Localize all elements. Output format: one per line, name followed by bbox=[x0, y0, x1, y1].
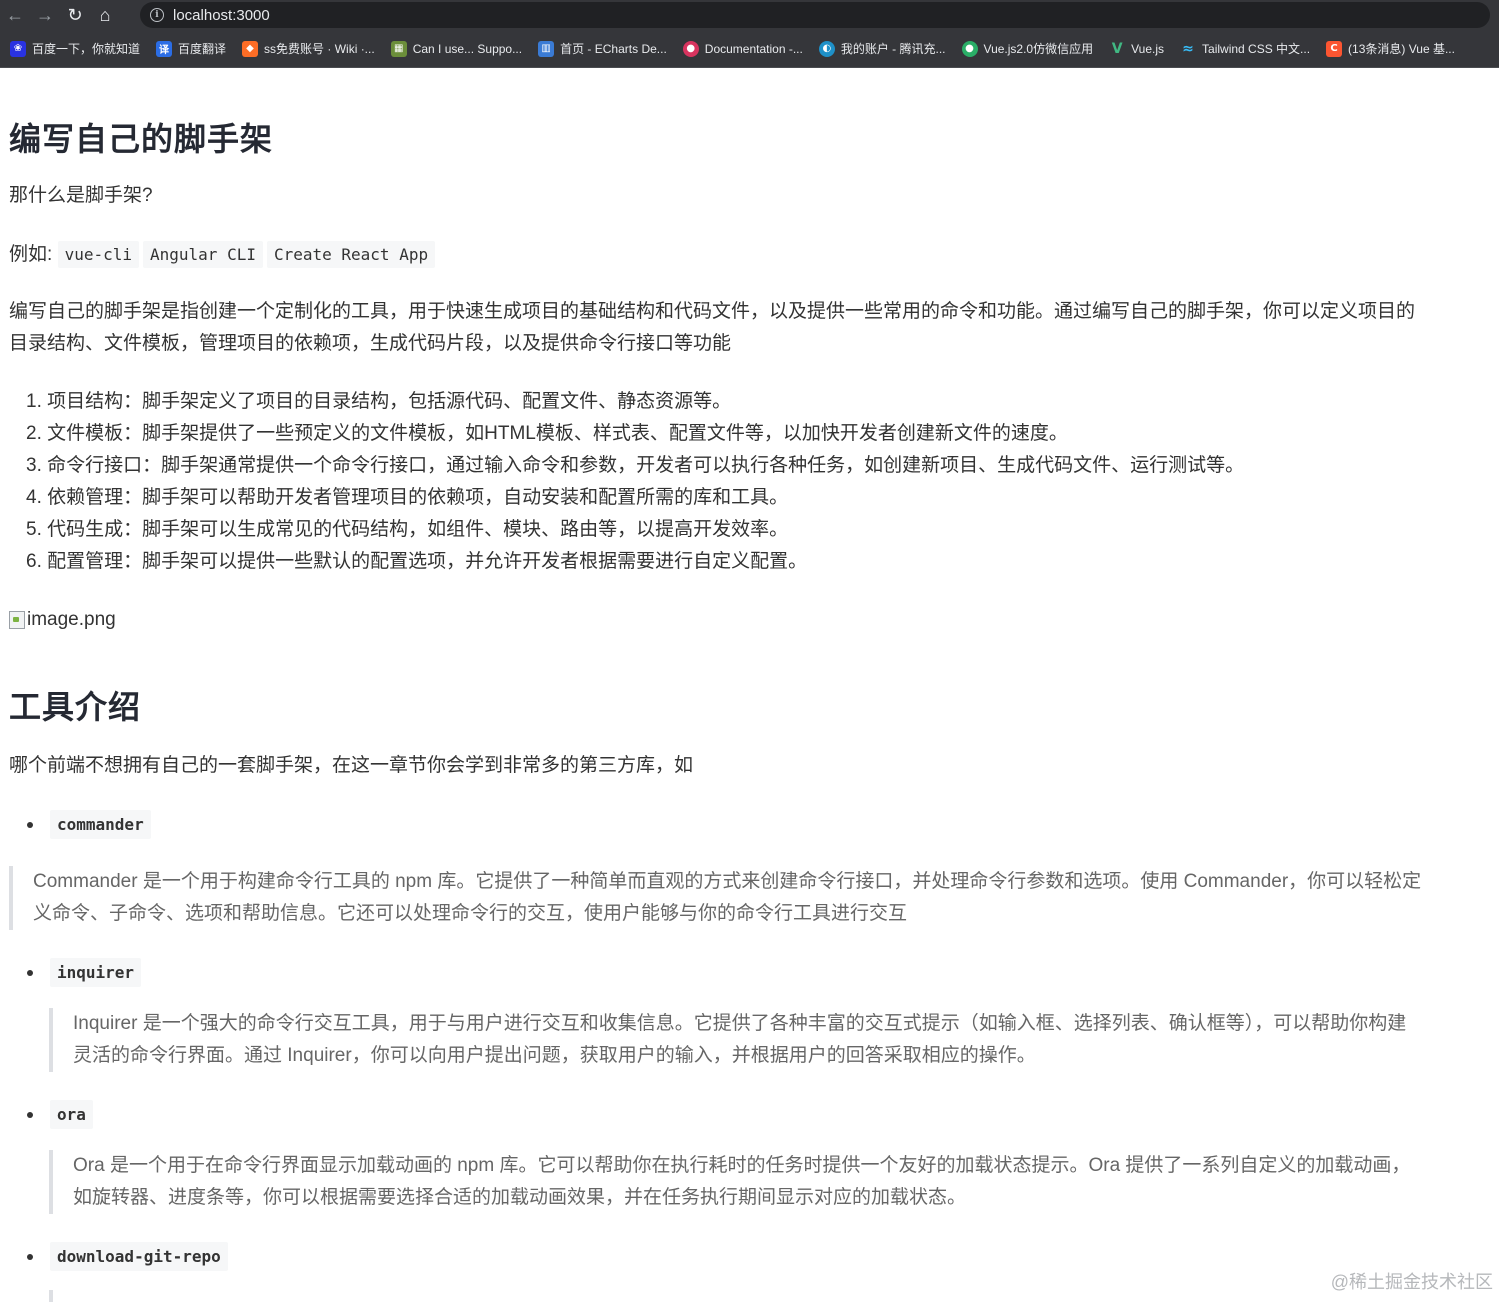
intro-line-1: 编写自己的脚手架是指创建一个定制化的工具，用于快速生成项目的基础结构和代码文件，… bbox=[9, 301, 1416, 322]
quote-line-2: 灵活的命令行界面。通过 Inquirer，你可以向用户提出问题，获取用户的输入，… bbox=[73, 1045, 1036, 1066]
example-code-angular-cli: Angular CLI bbox=[143, 241, 263, 268]
question-text: 那什么是脚手架? bbox=[9, 185, 153, 206]
blockquote-download-git-repo bbox=[49, 1290, 1499, 1302]
tailwind-icon: ≈ bbox=[1182, 40, 1194, 57]
bookmark-label: 百度翻译 bbox=[178, 42, 227, 56]
bookmark-tailwind[interactable]: ≈ Tailwind CSS 中文... bbox=[1180, 40, 1310, 57]
back-arrow-icon[interactable]: ← bbox=[0, 0, 30, 30]
intro-line-2: 目录结构、文件模板，管理项目的依赖项，生成代码片段，以及提供命令行接口等功能 bbox=[9, 333, 732, 354]
example-code-create-react-app: Create React App bbox=[266, 241, 436, 268]
list-item: 1. 项目结构：脚手架定义了项目的目录结构，包括源代码、配置文件、静态资源等。 bbox=[26, 391, 732, 412]
forward-arrow-icon[interactable]: → bbox=[30, 0, 60, 30]
vue-icon: V bbox=[1111, 40, 1123, 57]
caniuse-icon: ▦ bbox=[390, 40, 407, 57]
blockquote-inquirer: Inquirer 是一个强大的命令行交互工具，用于与用户进行交互和收集信息。它提… bbox=[49, 1008, 1499, 1072]
section-title: 工具介绍 bbox=[9, 689, 142, 725]
list-item-inquirer: inquirer bbox=[27, 958, 142, 987]
bookmark-label: 首页 - ECharts De... bbox=[560, 42, 667, 56]
bookmark-ss-wiki[interactable]: ◆ ss免费账号 · Wiki ·... bbox=[242, 40, 375, 57]
browser-toolbar: ← → ↻ ⌂ i localhost:3000 bbox=[0, 0, 1499, 30]
bookmark-label: Documentation -... bbox=[704, 41, 803, 56]
example-code-vue-cli: vue-cli bbox=[57, 241, 139, 268]
bullet-icon bbox=[27, 821, 33, 828]
page-title: 编写自己的脚手架 bbox=[9, 121, 274, 157]
list-item: 4. 依赖管理：脚手架可以帮助开发者管理项目的依赖项，自动安装和配置所需的库和工… bbox=[26, 487, 789, 508]
address-bar[interactable]: i localhost:3000 bbox=[140, 2, 1490, 28]
quote-line-1: Inquirer 是一个强大的命令行交互工具，用于与用户进行交互和收集信息。它提… bbox=[73, 1013, 1407, 1034]
bookmark-vue-wechat[interactable]: ● Vue.js2.0仿微信应用 bbox=[961, 40, 1094, 57]
broken-image: image.png bbox=[9, 604, 116, 636]
blockquote-ora: Ora 是一个用于在命令行界面显示加载动画的 npm 库。它可以帮助你在执行耗时… bbox=[49, 1150, 1499, 1214]
watermark: @稀土掘金技术社区 bbox=[1330, 1272, 1493, 1292]
library-name: inquirer bbox=[50, 958, 142, 987]
quote-line-1: Commander 是一个用于构建命令行工具的 npm 库。它提供了一种简单而直… bbox=[33, 871, 1422, 892]
bookmark-vuejs[interactable]: V Vue.js bbox=[1109, 41, 1164, 57]
echarts-icon: ▥ bbox=[538, 40, 555, 57]
bookmark-caniuse[interactable]: ▦ Can I use... Suppo... bbox=[390, 40, 523, 57]
bookmark-baidu[interactable]: ❀ 百度一下，你就知道 bbox=[10, 40, 140, 57]
list-item-commander: commander bbox=[27, 810, 151, 839]
bookmark-documentation[interactable]: ● Documentation -... bbox=[682, 40, 803, 57]
feature-list: 1. 项目结构：脚手架定义了项目的目录结构，包括源代码、配置文件、静态资源等。 … bbox=[26, 386, 1244, 578]
bookmark-baidu-translate[interactable]: 译 百度翻译 bbox=[156, 40, 226, 57]
baidu-icon: ❀ bbox=[10, 40, 26, 57]
bookmark-label: Vue.js2.0仿微信应用 bbox=[983, 42, 1094, 56]
bookmarks-bar: ❀ 百度一下，你就知道 译 百度翻译 ◆ ss免费账号 · Wiki ·... … bbox=[0, 30, 1499, 68]
section-intro: 哪个前端不想拥有自己的一套脚手架，在这一章节你会学到非常多的第三方库，如 bbox=[9, 755, 694, 776]
quote-line-1: Ora 是一个用于在命令行界面显示加载动画的 npm 库。它可以帮助你在执行耗时… bbox=[73, 1155, 1411, 1176]
quote-line-2: 义命令、子命令、选项和帮助信息。它还可以处理命令行的交互，使用户能够与你的命令行… bbox=[33, 903, 908, 924]
broken-image-icon bbox=[9, 611, 25, 629]
quote-line-2: 如旋转器、进度条等，你可以根据需要选择合适的加载动画效果，并在任务执行期间显示对… bbox=[73, 1187, 967, 1208]
list-item: 3. 命令行接口：脚手架通常提供一个命令行接口，通过输入命令和参数，开发者可以执… bbox=[26, 455, 1245, 476]
info-icon[interactable]: i bbox=[150, 8, 164, 22]
bullet-icon bbox=[27, 1111, 33, 1118]
bookmark-label: 我的账户 - 腾讯充... bbox=[840, 42, 946, 56]
bookmark-label: Tailwind CSS 中文... bbox=[1202, 42, 1311, 56]
library-name: commander bbox=[50, 810, 151, 839]
bookmark-label: ss免费账号 · Wiki ·... bbox=[264, 42, 375, 56]
library-name: download-git-repo bbox=[50, 1242, 228, 1271]
example-label: 例如: bbox=[9, 244, 53, 265]
list-item: 2. 文件模板：脚手架提供了一些预定义的文件模板，如HTML模板、样式表、配置文… bbox=[26, 423, 1068, 444]
tencent-icon: ◐ bbox=[818, 40, 835, 57]
documentation-icon: ● bbox=[682, 40, 699, 57]
url-text[interactable]: localhost:3000 bbox=[173, 7, 270, 24]
bookmark-csdn[interactable]: C (13条消息) Vue 基... bbox=[1326, 40, 1455, 57]
bookmark-tencent[interactable]: ◐ 我的账户 - 腾讯充... bbox=[818, 40, 946, 57]
library-name: ora bbox=[50, 1100, 93, 1129]
list-item: 5. 代码生成：脚手架可以生成常见的代码结构，如组件、模块、路由等，以提高开发效… bbox=[26, 519, 789, 540]
home-icon[interactable]: ⌂ bbox=[90, 0, 120, 30]
reload-icon[interactable]: ↻ bbox=[60, 0, 90, 30]
translate-icon: 译 bbox=[156, 40, 173, 57]
bullet-icon bbox=[27, 969, 33, 976]
bookmark-label: (13条消息) Vue 基... bbox=[1348, 42, 1455, 56]
blockquote-commander: Commander 是一个用于构建命令行工具的 npm 库。它提供了一种简单而直… bbox=[9, 866, 1499, 930]
bookmark-label: Can I use... Suppo... bbox=[412, 41, 523, 56]
list-item-ora: ora bbox=[27, 1100, 93, 1129]
example-line: 例如: vue-cli Angular CLI Create React App bbox=[9, 239, 439, 271]
bookmark-label: 百度一下，你就知道 bbox=[32, 42, 141, 56]
image-alt-text: image.png bbox=[27, 609, 116, 630]
bullet-icon bbox=[27, 1253, 33, 1260]
wechat-icon: ● bbox=[961, 40, 978, 57]
list-item: 6. 配置管理：脚手架可以提供一些默认的配置选项，并允许开发者根据需要进行自定义… bbox=[26, 551, 808, 572]
list-item-download-git-repo: download-git-repo bbox=[27, 1242, 228, 1271]
intro-paragraph: 编写自己的脚手架是指创建一个定制化的工具，用于快速生成项目的基础结构和代码文件，… bbox=[9, 296, 1499, 360]
bookmark-label: Vue.js bbox=[1131, 41, 1165, 56]
csdn-icon: C bbox=[1326, 40, 1343, 57]
gitlab-icon: ◆ bbox=[242, 40, 259, 57]
bookmark-echarts[interactable]: ▥ 首页 - ECharts De... bbox=[538, 40, 667, 57]
